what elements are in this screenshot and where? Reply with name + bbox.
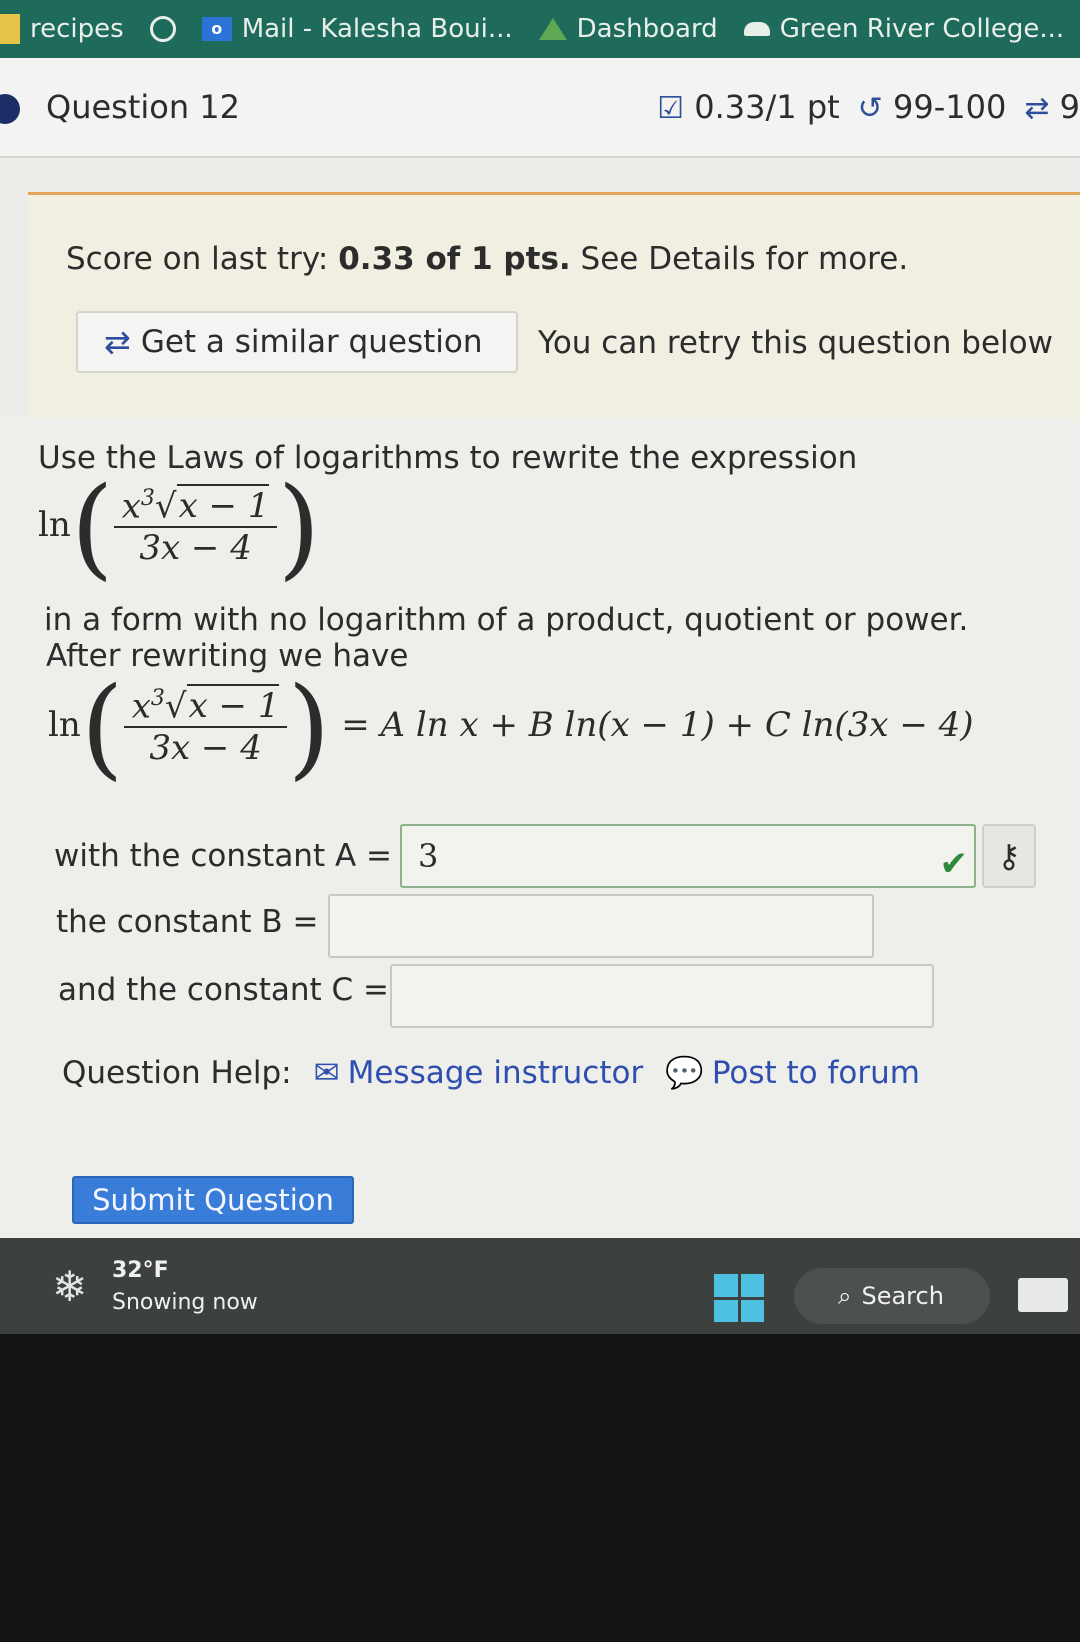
denominator: 3x − 4	[149, 728, 262, 769]
numerator: x3√x − 1	[113, 484, 278, 529]
message-instructor-label: Message instructor	[347, 1054, 644, 1091]
label-c: and the constant C =	[58, 972, 389, 1008]
taskbar: ❄ 32°F Snowing now ⌕ Search	[0, 1238, 1080, 1334]
constant-b-input[interactable]	[328, 894, 874, 958]
task-view-icon[interactable]	[1018, 1278, 1068, 1312]
sqrt-content: x − 1	[176, 484, 270, 527]
windows-start-icon[interactable]	[714, 1274, 764, 1322]
post-to-forum-link[interactable]: 💬 Post to forum	[665, 1054, 920, 1092]
bookmark-label: Mail - Kalesha Boui...	[241, 14, 513, 44]
score-box: Score on last try: 0.33 of 1 pts. See De…	[28, 192, 1080, 418]
speech-bubble-icon: 💬	[665, 1055, 704, 1091]
weather-temperature[interactable]: 32°F	[112, 1258, 169, 1283]
sqrt-icon: √	[164, 686, 187, 727]
retries-value: 9	[1059, 88, 1080, 126]
post-to-forum-label: Post to forum	[711, 1054, 920, 1091]
checkmark-icon: ✔	[939, 844, 969, 884]
denominator: 3x − 4	[139, 528, 252, 569]
label-b: the constant B =	[56, 904, 319, 940]
question-title: Question 12	[46, 88, 241, 126]
retry-icon: ⇄	[104, 323, 131, 361]
taskbar-search[interactable]: ⌕ Search	[794, 1268, 990, 1324]
problem-line2: in a form with no logarithm of a product…	[44, 602, 969, 638]
win-pane	[740, 1299, 764, 1322]
constant-c-input[interactable]	[390, 964, 934, 1028]
bookmark-circle[interactable]	[149, 16, 176, 42]
bookmark-label: Green River College...	[779, 14, 1065, 44]
score-prefix: Score on last try:	[66, 241, 339, 277]
search-icon: ⌕	[838, 1282, 852, 1310]
bookmark-dashboard[interactable]: Dashboard	[538, 14, 718, 44]
folder-icon	[0, 14, 20, 44]
score-message: Score on last try: 0.33 of 1 pts. See De…	[66, 241, 908, 277]
retry-icon: ⇄	[1024, 91, 1050, 126]
key-icon[interactable]: ⚷	[982, 824, 1036, 888]
win-pane	[714, 1274, 738, 1297]
outlook-icon: o	[201, 17, 232, 41]
undo-icon: ↺	[857, 91, 883, 126]
score-bold: 0.33 of 1 pts.	[338, 241, 571, 277]
similar-question-button[interactable]: ⇄ Get a similar question	[76, 311, 518, 373]
label-a: with the constant A =	[54, 838, 393, 874]
paren: (	[70, 463, 114, 591]
rewritten-expression: ln(x3√x − 1 3x − 4) = A ln x + B ln(x − 1…	[48, 672, 974, 782]
score-suffix: See Details for more.	[570, 241, 909, 277]
bookmark-label: Dashboard	[576, 14, 718, 44]
bookmark-mail[interactable]: o Mail - Kalesha Boui...	[201, 14, 513, 44]
page: Question 12 ☑ 0.33/1 pt ↺ 99-100 ⇄ 9 Sco…	[0, 58, 1080, 1238]
num-exp: 3	[140, 485, 155, 511]
checkbox-icon: ☑	[657, 91, 685, 126]
paren: )	[287, 663, 331, 791]
num-base: x	[131, 686, 151, 727]
win-pane	[714, 1299, 738, 1322]
constant-a-value: 3	[418, 837, 439, 875]
question-meta: ☑ 0.33/1 pt ↺ 99-100 ⇄ 9	[657, 88, 1080, 126]
paren: (	[80, 663, 124, 791]
cloud-icon	[743, 22, 770, 36]
search-label: Search	[861, 1282, 944, 1310]
attempts-value: 99-100	[892, 88, 1007, 126]
rhs-expression: = A ln x + B ln(x − 1) + C ln(3x − 4)	[341, 705, 974, 745]
bookmark-recipes[interactable]: recipes	[0, 14, 124, 44]
help-label: Question Help:	[62, 1054, 292, 1091]
problem-intro: Use the Laws of logarithms to rewrite th…	[38, 440, 858, 476]
sqrt-content: x − 1	[186, 684, 280, 727]
score-meta[interactable]: ☑ 0.33/1 pt	[657, 88, 840, 126]
ln-text: ln	[48, 705, 81, 745]
message-instructor-link[interactable]: ✉ Message instructor	[314, 1055, 644, 1091]
weather-condition[interactable]: Snowing now	[112, 1290, 258, 1315]
question-body: Use the Laws of logarithms to rewrite th…	[0, 418, 1080, 1238]
question-status-dot	[0, 94, 20, 124]
question-help: Question Help: ✉ Message instructor 💬 Po…	[62, 1054, 920, 1092]
numerator: x3√x − 1	[123, 684, 288, 729]
envelope-icon: ✉	[313, 1054, 340, 1091]
circle-icon	[149, 16, 176, 42]
retries-meta[interactable]: ⇄ 9	[1024, 88, 1080, 126]
ln-text: ln	[38, 505, 71, 545]
win-pane	[740, 1274, 764, 1297]
score-value: 0.33/1 pt	[694, 88, 840, 126]
fraction: x3√x − 1 3x − 4	[123, 684, 288, 769]
num-base: x	[121, 486, 141, 527]
submit-question-button[interactable]: Submit Question	[72, 1176, 354, 1224]
fraction: x3√x − 1 3x − 4	[113, 484, 278, 569]
question-header: Question 12 ☑ 0.33/1 pt ↺ 99-100 ⇄ 9	[0, 58, 1080, 158]
expression: ln(x3√x − 1 3x − 4)	[38, 472, 320, 582]
canvas-icon	[538, 18, 567, 40]
num-exp: 3	[150, 685, 165, 711]
bookmarks-bar: recipes o Mail - Kalesha Boui... Dashboa…	[0, 0, 1080, 58]
paren: )	[277, 463, 321, 591]
sqrt-icon: √	[154, 486, 177, 527]
retry-text: You can retry this question below	[538, 325, 1053, 361]
bookmark-label: recipes	[30, 14, 124, 44]
desk-background	[0, 1334, 1080, 1642]
similar-question-label: Get a similar question	[140, 324, 483, 360]
attempts-meta[interactable]: ↺ 99-100	[858, 88, 1007, 126]
bookmark-green-river[interactable]: Green River College...	[743, 14, 1065, 44]
constant-a-input[interactable]: 3 ✔	[400, 824, 976, 888]
snowflake-icon[interactable]: ❄	[52, 1262, 87, 1311]
